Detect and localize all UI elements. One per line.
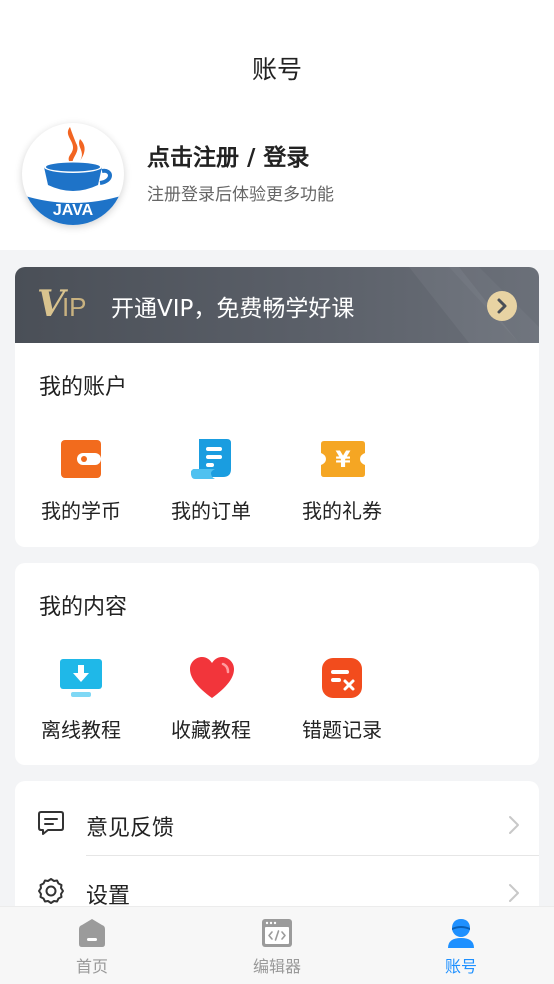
vip-arrow-icon[interactable] — [487, 291, 517, 321]
my-coupons-label: 我的礼券 — [302, 499, 382, 523]
code-editor-icon — [261, 917, 293, 949]
feedback-icon — [37, 809, 65, 837]
favorite-tutorials-label: 收藏教程 — [171, 718, 251, 742]
user-icon — [445, 917, 477, 949]
wallet-icon — [59, 437, 103, 481]
login-register-link[interactable]: 点击注册 / 登录 — [147, 138, 309, 172]
offline-tutorials-item[interactable]: 离线教程 — [31, 656, 131, 743]
menu-feedback[interactable]: 意见反馈 — [15, 788, 539, 856]
wrong-questions-label: 错题记录 — [302, 718, 382, 742]
tab-editor[interactable]: 编辑器 — [185, 907, 369, 984]
vip-decoration — [409, 267, 539, 343]
settings-gear-icon — [37, 877, 65, 905]
tab-home-label: 首页 — [75, 957, 108, 976]
vip-promo-text: 开通VIP，免费畅学好课 — [111, 296, 355, 322]
my-orders-label: 我的订单 — [171, 499, 251, 523]
receipt-icon — [189, 437, 233, 481]
my-coins-label: 我的学币 — [41, 499, 121, 523]
profile-header: 账号 JAVA 点击注册 / 登录 注册登录后体验更多功能 — [0, 0, 554, 250]
svg-text:¥: ¥ — [335, 448, 351, 473]
my-coupons-item[interactable]: ¥ 我的礼券 — [292, 437, 392, 524]
account-card: VIP 开通VIP，免费畅学好课 我的账户 我的学币 我的订单 ¥ 我的礼券 — [15, 267, 539, 547]
tab-account[interactable]: 账号 — [369, 907, 553, 984]
favorite-tutorials-item[interactable]: 收藏教程 — [161, 656, 261, 743]
settings-menu-card: 意见反馈 设置 — [15, 781, 539, 921]
tab-account-label: 账号 — [444, 957, 477, 976]
vip-logo: VIP — [37, 283, 87, 325]
chevron-right-icon — [507, 883, 521, 903]
wrong-questions-item[interactable]: 错题记录 — [292, 656, 392, 743]
tab-editor-label: 编辑器 — [252, 957, 301, 976]
menu-feedback-label: 意见反馈 — [86, 816, 175, 841]
my-coins-item[interactable]: 我的学币 — [31, 437, 131, 524]
java-logo-icon: JAVA — [22, 127, 124, 225]
login-hint: 注册登录后体验更多功能 — [147, 185, 334, 205]
page-title: 账号 — [251, 55, 302, 84]
chevron-right-icon — [507, 815, 521, 835]
content-card: 我的内容 离线教程 收藏教程 错题记录 — [15, 563, 539, 765]
tab-home[interactable]: 首页 — [0, 907, 184, 984]
download-monitor-icon — [59, 656, 103, 700]
coupon-icon: ¥ — [320, 437, 365, 481]
offline-tutorials-label: 离线教程 — [41, 718, 121, 742]
wrong-question-icon — [320, 656, 364, 700]
java-label: JAVA — [53, 202, 94, 219]
bottom-tab-bar: 首页 编辑器 账号 — [0, 906, 554, 984]
my-orders-item[interactable]: 我的订单 — [161, 437, 261, 524]
avatar[interactable]: JAVA — [22, 123, 124, 225]
content-section-title: 我的内容 — [39, 595, 128, 620]
account-section-title: 我的账户 — [39, 375, 128, 400]
vip-banner[interactable]: VIP 开通VIP，免费畅学好课 — [15, 267, 539, 343]
home-icon — [76, 917, 108, 949]
heart-icon — [189, 656, 234, 700]
